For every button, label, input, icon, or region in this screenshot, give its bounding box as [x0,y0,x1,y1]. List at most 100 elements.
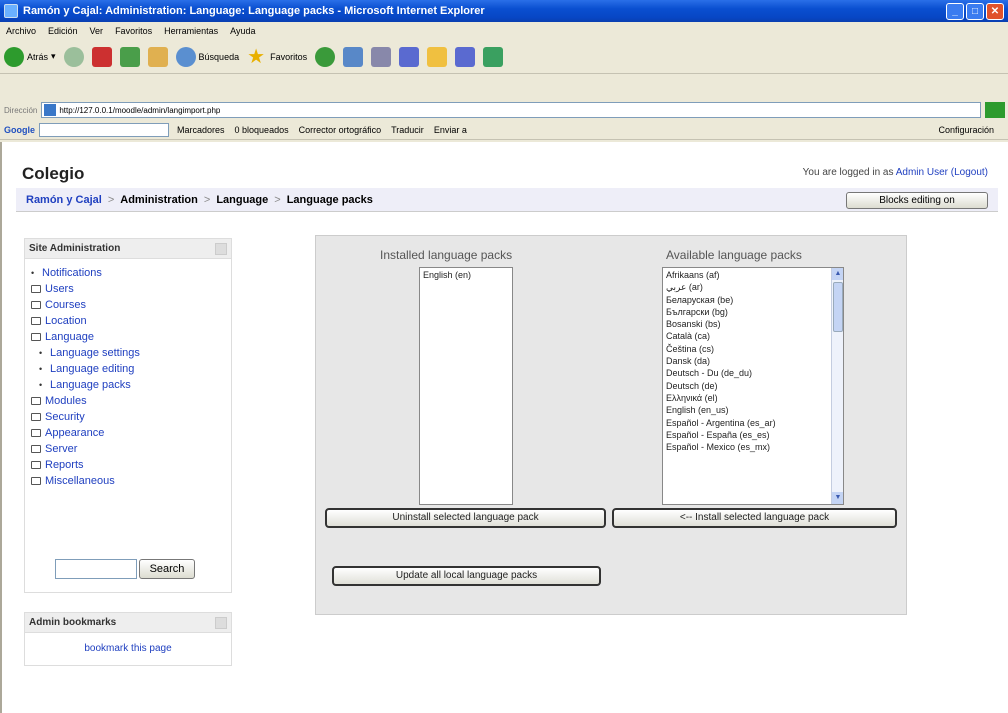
list-item[interactable]: Ελληνικά (el) [666,392,829,404]
list-item[interactable]: Español - España (es_es) [666,429,829,441]
go-icon[interactable] [985,102,1006,118]
scroll-up-icon[interactable]: ▲ [832,268,843,280]
google-toolbar: Google Marcadores 0 bloqueados Corrector… [0,120,1008,140]
google-search-input[interactable] [39,122,169,137]
site-title: Colegio [22,164,85,183]
logout-link[interactable]: (Logout) [951,167,988,178]
favorites-button[interactable]: ★ Favoritos [247,47,307,67]
admin-item-security[interactable]: Security [31,409,231,425]
menu-ver[interactable]: Ver [90,26,104,36]
admin-item-location[interactable]: Location [31,313,231,329]
close-icon[interactable]: ✕ [986,2,1004,20]
available-packs-label: Available language packs [666,248,802,262]
available-packs-list[interactable]: Afrikaans (af) عربي (ar) Беларуская (be)… [662,267,844,505]
admin-item-language-settings[interactable]: • Language settings [31,345,231,361]
list-item[interactable]: English (en_us) [666,404,829,416]
list-item[interactable]: عربي (ar) [666,281,829,293]
admin-search-input[interactable] [55,559,137,579]
print-icon[interactable] [371,46,392,67]
list-item[interactable]: Deutsch - Du (de_du) [666,367,829,379]
google-settings[interactable]: Configuración [938,125,994,135]
google-popups-blocked[interactable]: 0 bloqueados [235,125,289,135]
list-item[interactable]: Deutsch (de) [666,380,829,392]
maximize-icon[interactable]: □ [966,2,984,20]
hide-block-icon[interactable] [215,617,227,629]
admin-item-miscellaneous[interactable]: Miscellaneous [31,473,231,489]
admin-item-language-packs[interactable]: • Language packs [31,377,231,393]
menu-archivo[interactable]: Archivo [6,26,36,36]
list-item[interactable]: Български (bg) [666,306,829,318]
admin-bookmarks-header: Admin bookmarks [25,613,231,633]
back-button[interactable]: Atrás ▾ [4,46,56,67]
installed-packs-list[interactable]: English (en) [419,267,513,505]
breadcrumb-administration[interactable]: Administration [120,194,198,206]
google-translate[interactable]: Traducir [391,125,424,135]
available-list-scrollbar[interactable]: ▲ ▼ [831,268,843,504]
home-icon[interactable] [147,46,168,67]
msn-icon[interactable] [483,46,504,67]
folder-icon[interactable] [427,46,448,67]
admin-search: Search [55,559,195,579]
admin-item-server[interactable]: Server [31,441,231,457]
scroll-thumb[interactable] [833,282,843,332]
search-button[interactable]: Búsqueda [175,46,239,67]
list-item[interactable]: Беларуская (be) [666,294,829,306]
folder-icon [31,445,41,453]
history-icon[interactable] [315,46,336,67]
language-packs-panel: Installed language packs Available langu… [315,235,907,615]
edit-icon[interactable] [399,46,420,67]
uninstall-pack-button[interactable]: Uninstall selected language pack [325,508,606,528]
folder-open-icon [31,333,41,341]
menu-edicion[interactable]: Edición [48,26,78,36]
hide-block-icon[interactable] [215,243,227,255]
list-item[interactable]: Català (ca) [666,330,829,342]
messenger-icon[interactable] [455,46,476,67]
breadcrumb-home[interactable]: Ramón y Cajal [26,194,102,206]
user-link[interactable]: Admin User [896,167,948,178]
folder-icon [31,317,41,325]
menu-ayuda[interactable]: Ayuda [230,26,255,36]
admin-item-users[interactable]: Users [31,281,231,297]
scroll-down-icon[interactable]: ▼ [832,492,843,504]
site-admin-title: Site Administration [29,243,121,254]
stop-icon[interactable] [91,46,112,67]
admin-item-courses[interactable]: Courses [31,297,231,313]
folder-icon [31,461,41,469]
back-label: Atrás [27,51,49,62]
installed-packs-label: Installed language packs [380,248,513,262]
admin-item-appearance[interactable]: Appearance [31,425,231,441]
folder-icon [31,397,41,405]
google-bookmarks[interactable]: Marcadores [177,125,225,135]
admin-item-modules[interactable]: Modules [31,393,231,409]
refresh-icon[interactable] [119,46,140,67]
address-bar: Dirección http://127.0.0.1/moodle/admin/… [0,100,1008,120]
google-spellcheck[interactable]: Corrector ortográfico [299,125,382,135]
list-item[interactable]: Čeština (cs) [666,343,829,355]
list-item[interactable]: Bosanski (bs) [666,318,829,330]
list-item[interactable]: Dansk (da) [666,355,829,367]
admin-item-language-editing[interactable]: • Language editing [31,361,231,377]
google-logo: Google [4,124,35,135]
mail-icon[interactable] [343,46,364,67]
list-item[interactable]: English (en) [423,269,509,281]
address-input[interactable]: http://127.0.0.1/moodle/admin/langimport… [41,102,982,118]
admin-item-notifications[interactable]: • Notifications [31,265,231,281]
minimize-icon[interactable]: _ [946,2,964,20]
install-pack-button[interactable]: <-- Install selected language pack [612,508,897,528]
admin-search-button[interactable]: Search [139,559,195,579]
page-viewport: Colegio You are logged in as Admin User … [0,142,1008,713]
list-item[interactable]: Afrikaans (af) [666,269,829,281]
blocks-editing-button[interactable]: Blocks editing on [846,192,988,209]
menu-favoritos[interactable]: Favoritos [115,26,152,36]
breadcrumb-language[interactable]: Language [216,194,268,206]
admin-item-language[interactable]: Language [31,329,231,345]
admin-item-reports[interactable]: Reports [31,457,231,473]
list-item[interactable]: Español - Mexico (es_mx) [666,441,829,453]
list-item[interactable]: Español - Argentina (es_ar) [666,417,829,429]
forward-arrow-icon[interactable] [63,46,84,67]
breadcrumb: Ramón y Cajal > Administration > Languag… [16,188,998,212]
bookmark-page-link[interactable]: bookmark this page [25,633,231,654]
menu-herramientas[interactable]: Herramientas [164,26,218,36]
google-send-to[interactable]: Enviar a [434,125,467,135]
update-packs-button[interactable]: Update all local language packs [332,566,601,586]
